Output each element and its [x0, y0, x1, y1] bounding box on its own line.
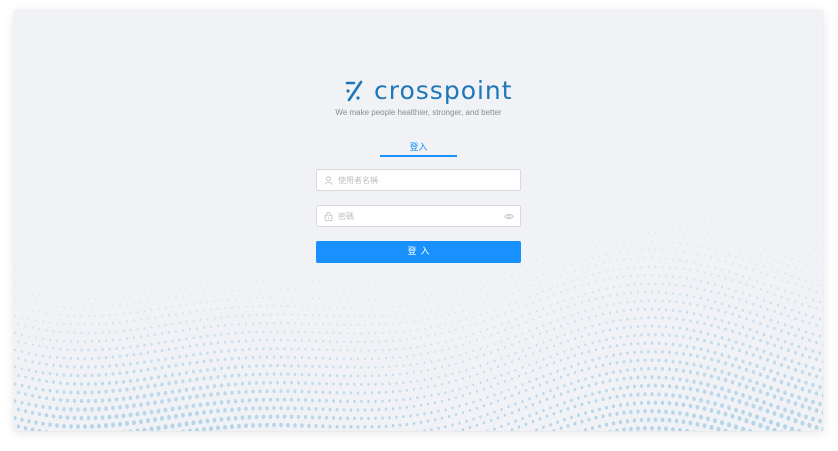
crosspoint-logo: crosspoint — [344, 74, 513, 108]
login-page: crosspoint We make people healthier, str… — [14, 10, 823, 431]
username-field[interactable]: 使用者名稱 — [316, 169, 521, 191]
brand-name: crosspoint — [374, 76, 513, 105]
login-panel: crosspoint We make people healthier, str… — [14, 10, 823, 431]
username-placeholder: 使用者名稱 — [338, 175, 378, 185]
user-icon — [323, 175, 333, 185]
eye-icon[interactable] — [504, 211, 514, 221]
login-button[interactable]: 登入 — [316, 241, 521, 263]
password-field[interactable]: 密碼 — [316, 205, 521, 227]
lock-icon — [323, 211, 333, 221]
active-tab-indicator — [380, 155, 457, 157]
crosspoint-logo-mark-icon — [345, 80, 363, 102]
brand-tagline: We make people healthier, stronger, and … — [335, 108, 502, 117]
password-placeholder: 密碼 — [338, 211, 354, 221]
